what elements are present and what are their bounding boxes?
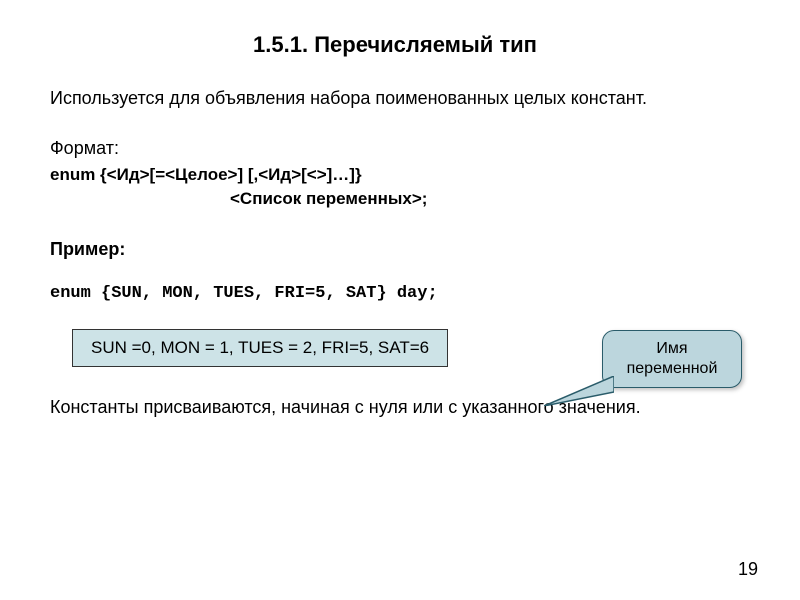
example-label: Пример: [50,239,740,260]
callout-bubble: Имя переменной [602,330,742,388]
page-number: 19 [738,559,758,580]
callout-line-2: переменной [627,360,718,377]
format-line-1: enum {<Ид>[=<Целое>] [,<Ид>[<>]…]} [50,165,740,185]
callout-line-1: Имя [656,340,687,357]
values-box: SUN =0, MON = 1, TUES = 2, FRI=5, SAT=6 [72,329,448,367]
format-line-2: <Список переменных>; [50,189,740,209]
callout-tail-icon [544,376,614,406]
slide-title: 1.5.1. Перечисляемый тип [50,32,740,58]
conclusion-text: Константы присваиваются, начиная с нуля … [50,397,740,418]
callout: Имя переменной [602,330,742,388]
format-label: Формат: [50,138,740,159]
example-block: Пример: enum {SUN, MON, TUES, FRI=5, SAT… [50,239,740,303]
intro-text: Используется для объявления набора поиме… [50,86,740,110]
slide: 1.5.1. Перечисляемый тип Используется дл… [0,0,800,600]
example-code: enum {SUN, MON, TUES, FRI=5, SAT} day; [50,284,740,303]
